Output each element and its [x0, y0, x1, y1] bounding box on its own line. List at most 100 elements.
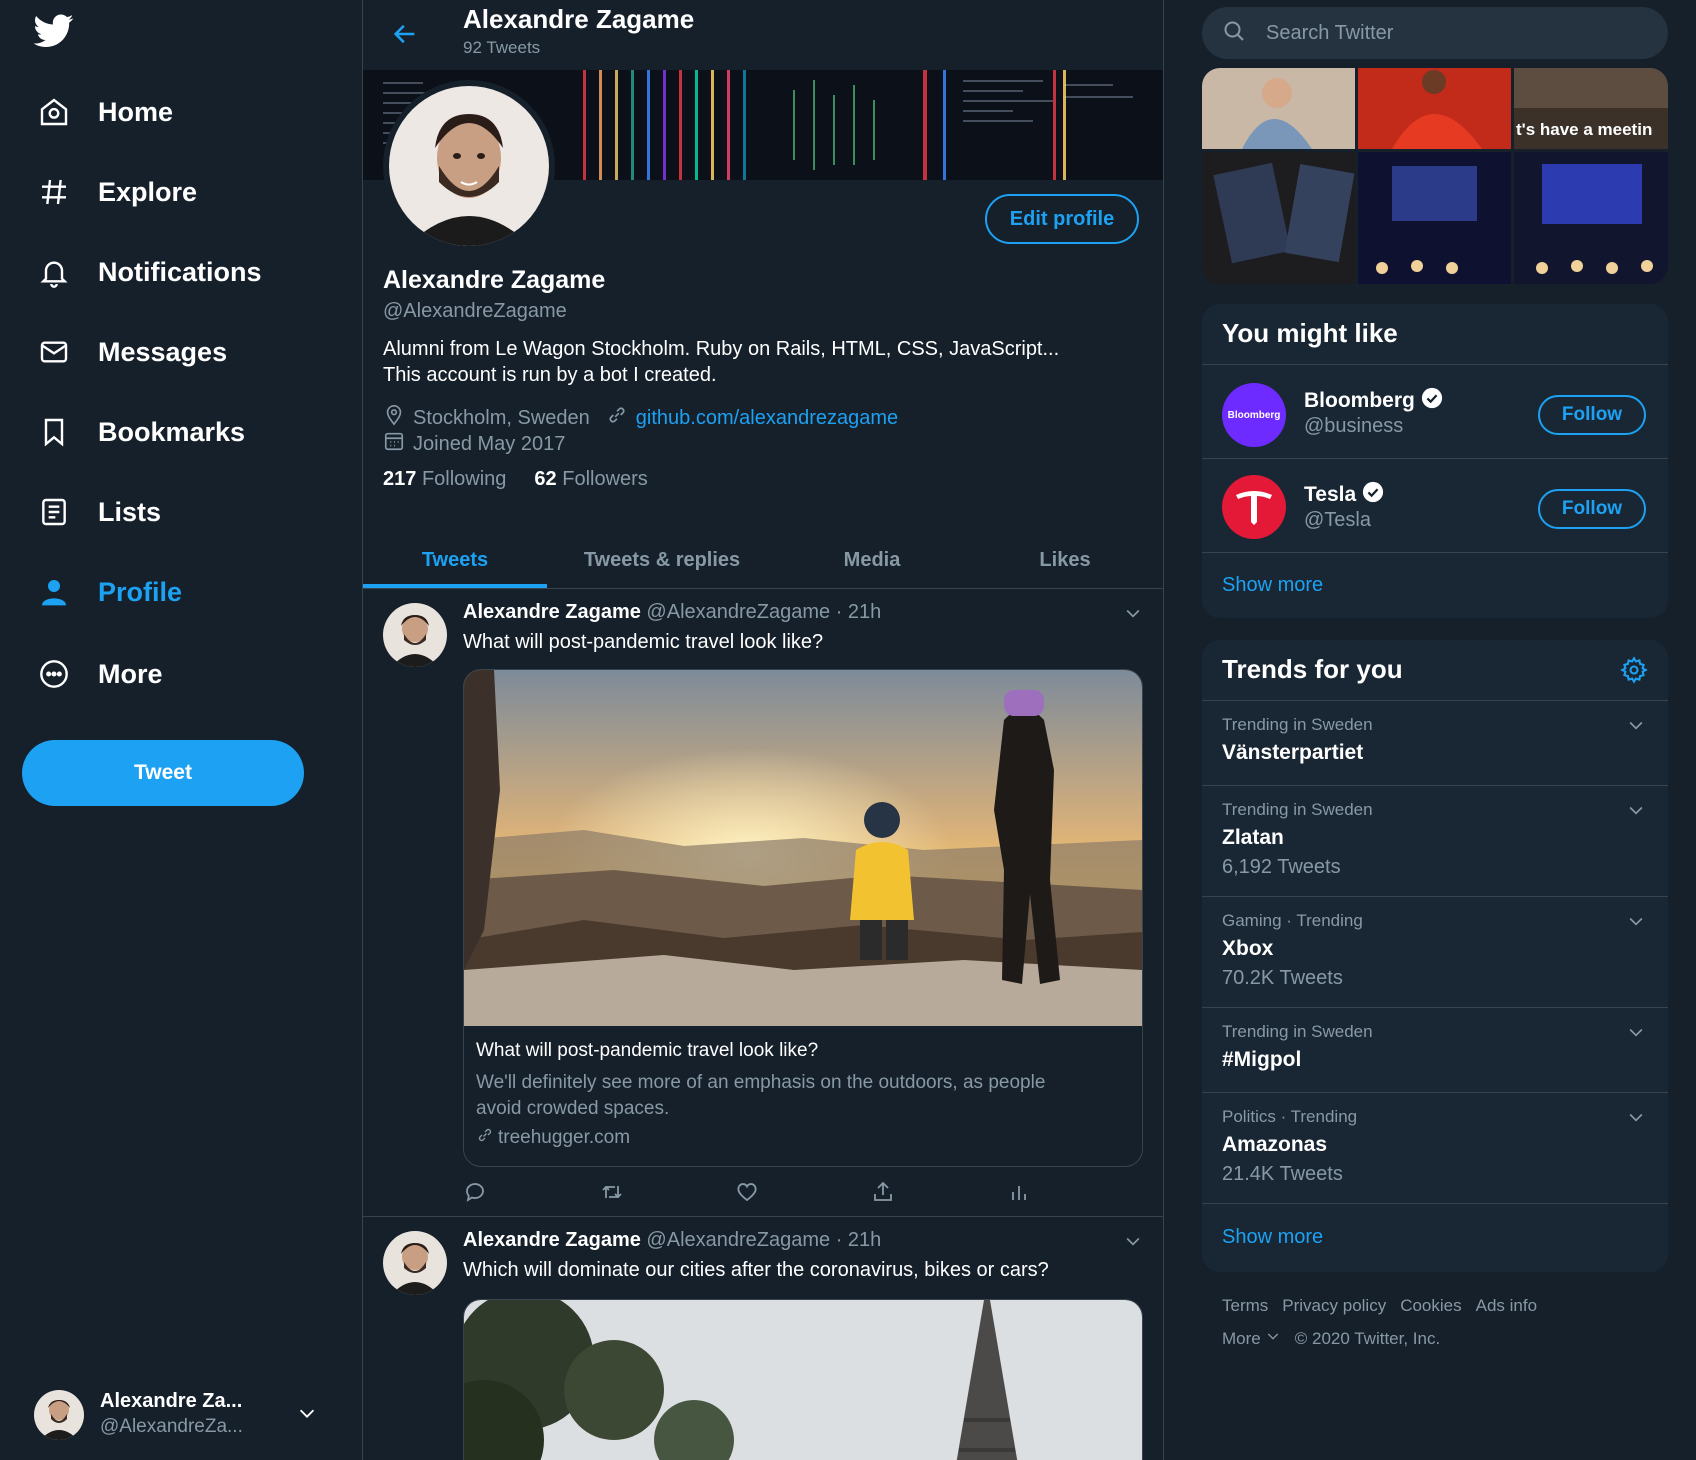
avatar	[34, 1390, 84, 1440]
nav-item-messages[interactable]: Messages	[36, 324, 227, 380]
follow-button[interactable]: Follow	[1538, 489, 1646, 529]
tweet-time[interactable]: · 21h	[836, 601, 882, 623]
follow-button[interactable]: Follow	[1538, 395, 1646, 435]
back-arrow-icon[interactable]	[391, 20, 419, 53]
link-card[interactable]: What will post-pandemic travel look like…	[463, 669, 1143, 1167]
who-to-follow-panel: You might like Bloomberg Bloomberg @busi…	[1202, 304, 1668, 618]
trend-item[interactable]: Trending in Sweden Vänsterpartiet	[1202, 701, 1668, 785]
account-name: Alexandre Za...	[100, 1390, 243, 1412]
footer-link-cookies[interactable]: Cookies	[1400, 1296, 1461, 1316]
followers-link[interactable]: 62 Followers	[534, 468, 647, 491]
tab-media[interactable]: Media	[777, 532, 967, 588]
following-label: Following	[421, 468, 507, 490]
tweet-author-handle: @AlexandreZagame	[646, 1229, 831, 1251]
tweet-avatar[interactable]	[383, 603, 447, 667]
nav-label-home: Home	[98, 96, 174, 127]
chevron-down-icon	[296, 1402, 318, 1429]
verified-badge-icon	[1362, 481, 1384, 509]
account-name-row: Bloomberg	[1304, 387, 1443, 415]
trend-context: Gaming · Trending	[1222, 911, 1363, 930]
nav-label-messages: Messages	[98, 336, 228, 367]
divider	[1202, 1203, 1668, 1204]
chevron-down-icon[interactable]	[1626, 1107, 1646, 1132]
tweet[interactable]: Alexandre Zagame @AlexandreZagame · 21h …	[363, 1217, 1163, 1460]
suggested-account[interactable]: Bloomberg Bloomberg @business Follow	[1202, 365, 1668, 458]
nav-item-more[interactable]: More	[36, 646, 163, 702]
link-card-domain-row: treehugger.com	[476, 1126, 630, 1150]
profile-timeline: Alexandre Zagame 92 Tweets Edit profile …	[362, 0, 1164, 1460]
trend-item[interactable]: Politics · Trending Amazonas 21.4K Tweet…	[1202, 1093, 1668, 1203]
chevron-down-icon[interactable]	[1626, 715, 1646, 740]
verified-badge-icon	[1421, 387, 1443, 415]
trend-item[interactable]: Trending in Sweden #Migpol	[1202, 1008, 1668, 1092]
tweet-actions	[463, 1177, 1143, 1207]
show-more-link[interactable]: Show more	[1222, 1226, 1323, 1249]
calendar-icon	[383, 430, 405, 458]
list-icon	[36, 494, 72, 530]
search-bar[interactable]: Search Twitter	[1202, 7, 1668, 59]
nav-item-lists[interactable]: Lists	[36, 484, 161, 540]
reply-icon[interactable]	[463, 1177, 599, 1207]
profile-avatar[interactable]	[383, 80, 555, 252]
account-switcher[interactable]: Alexandre Za... @AlexandreZa...	[34, 1388, 334, 1444]
tweet[interactable]: Alexandre Zagame @AlexandreZagame · 21h …	[363, 589, 1163, 1219]
media-grid[interactable]: t's have a meetin	[1202, 68, 1668, 284]
show-more-link[interactable]: Show more	[1222, 574, 1323, 597]
tweet-author-handle: @AlexandreZagame	[646, 601, 831, 623]
chevron-down-icon[interactable]	[1123, 603, 1143, 628]
profile-website-link[interactable]: github.com/alexandrezagame	[636, 407, 898, 430]
account-handle: @Tesla	[1304, 509, 1371, 531]
nav-item-profile[interactable]: Profile	[36, 564, 182, 620]
footer-link-privacy[interactable]: Privacy policy	[1282, 1296, 1386, 1316]
nav-label-bookmarks: Bookmarks	[98, 416, 246, 447]
edit-profile-button[interactable]: Edit profile	[985, 194, 1139, 244]
retweet-icon[interactable]	[599, 1177, 735, 1207]
tweet-button[interactable]: Tweet	[22, 740, 304, 806]
search-icon	[1222, 19, 1246, 48]
account-name: Tesla	[1304, 483, 1357, 506]
trend-name: Vänsterpartiet	[1222, 741, 1364, 764]
trend-name: #Migpol	[1222, 1048, 1302, 1071]
media-caption: t's have a meetin	[1516, 120, 1653, 139]
analytics-icon[interactable]	[1007, 1177, 1143, 1207]
tab-likes[interactable]: Likes	[967, 532, 1163, 588]
nav-item-bookmarks[interactable]: Bookmarks	[36, 404, 245, 460]
tweet-author-name[interactable]: Alexandre Zagame	[463, 601, 641, 623]
person-icon	[36, 574, 72, 610]
profile-location: Stockholm, Sweden	[413, 406, 590, 429]
nav-item-home[interactable]: Home	[36, 84, 173, 140]
trend-item[interactable]: Trending in Sweden Zlatan 6,192 Tweets	[1202, 786, 1668, 896]
nav-label-profile: Profile	[98, 576, 183, 607]
footer-link-terms[interactable]: Terms	[1222, 1296, 1268, 1316]
tab-tweets-replies[interactable]: Tweets & replies	[547, 532, 777, 588]
trend-item[interactable]: Gaming · Trending Xbox 70.2K Tweets	[1202, 897, 1668, 1007]
following-link[interactable]: 217 Following	[383, 468, 506, 491]
twitter-logo-icon[interactable]	[33, 14, 78, 54]
tweet-time[interactable]: · 21h	[836, 1229, 882, 1251]
trend-context: Trending in Sweden	[1222, 715, 1373, 734]
tweet-author-name[interactable]: Alexandre Zagame	[463, 1229, 641, 1251]
suggested-account[interactable]: Tesla @Tesla Follow	[1202, 459, 1668, 552]
footer-links: Terms Privacy policy Cookies Ads info	[1222, 1296, 1551, 1316]
chevron-down-icon[interactable]	[1626, 911, 1646, 936]
account-name-row: Tesla	[1304, 481, 1384, 509]
settings-gear-icon[interactable]	[1620, 656, 1648, 689]
avatar-photo	[389, 86, 549, 246]
nav-item-explore[interactable]: Explore	[36, 164, 197, 220]
like-heart-icon[interactable]	[735, 1177, 871, 1207]
footer-link-ads-info[interactable]: Ads info	[1476, 1296, 1537, 1316]
tab-tweets[interactable]: Tweets	[363, 532, 547, 588]
tweet-media-image[interactable]	[463, 1299, 1143, 1460]
search-input[interactable]: Search Twitter	[1266, 22, 1393, 45]
chevron-down-icon[interactable]	[1626, 1022, 1646, 1047]
nav-item-notifications[interactable]: Notifications	[36, 244, 262, 300]
chevron-down-icon[interactable]	[1123, 1231, 1143, 1256]
link-card-description: We'll definitely see more of an emphasis…	[476, 1072, 1046, 1119]
footer-more[interactable]: More	[1222, 1329, 1261, 1349]
tweet-avatar[interactable]	[383, 1231, 447, 1295]
link-card-image	[464, 670, 1142, 1026]
chevron-down-icon[interactable]	[1265, 1328, 1281, 1349]
chevron-down-icon[interactable]	[1626, 800, 1646, 825]
profile-joined-row: Joined May 2017	[383, 430, 565, 458]
share-icon[interactable]	[871, 1177, 1007, 1207]
